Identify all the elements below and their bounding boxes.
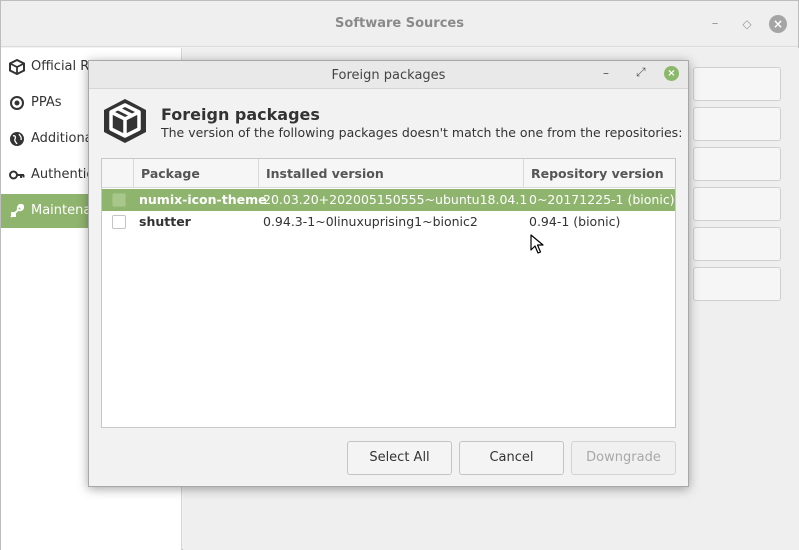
select-all-button[interactable]: Select All (347, 441, 452, 475)
mouse-cursor-icon (530, 234, 544, 254)
column-header-installed-version[interactable]: Installed version (259, 159, 524, 188)
sidebar-item-label: PPAs (31, 95, 62, 110)
repository-version: 0.94-1 (bionic) (529, 214, 621, 229)
tools-icon (10, 203, 25, 218)
table-header: Package Installed version Repository ver… (102, 159, 675, 188)
downgrade-button[interactable]: Downgrade (571, 441, 676, 475)
package-icon (104, 99, 146, 143)
main-titlebar: Software Sources – ◇ × (1, 1, 798, 47)
table-row[interactable]: shutter 0.94.3-1~0linuxuprising1~bionic2… (102, 211, 675, 233)
globe-icon (10, 132, 24, 146)
dialog-close-icon[interactable]: × (664, 66, 679, 81)
maintenance-button-6[interactable] (693, 267, 781, 301)
column-header-select[interactable] (102, 159, 134, 188)
dialog-heading: Foreign packages (161, 105, 320, 124)
ppa-icon (10, 96, 24, 110)
repository-version: 0~20171225-1 (bionic) (529, 192, 675, 207)
maintenance-button-2[interactable] (693, 107, 781, 141)
installed-version: 0.94.3-1~0linuxuprising1~bionic2 (263, 214, 478, 229)
package-name: shutter (139, 214, 191, 229)
foreign-packages-dialog: Foreign packages – ⤢ × Foreign packages … (88, 60, 689, 487)
column-header-repository-version[interactable]: Repository version (524, 159, 675, 188)
package-icon (9, 59, 25, 75)
maintenance-button-3[interactable] (693, 147, 781, 181)
table-row[interactable]: numix-icon-theme 20.03.20+202005150555~u… (102, 189, 675, 211)
row-checkbox[interactable] (112, 193, 126, 207)
column-header-package[interactable]: Package (134, 159, 259, 188)
minimize-icon[interactable]: – (706, 15, 724, 33)
maintenance-button-1[interactable] (693, 67, 781, 101)
dialog-title: Foreign packages (331, 68, 446, 83)
main-window-title: Software Sources (335, 16, 464, 31)
maximize-icon[interactable]: ◇ (738, 15, 756, 33)
close-icon[interactable]: × (769, 15, 787, 33)
dialog-minimize-icon[interactable]: – (603, 66, 609, 80)
dialog-description: The version of the following packages do… (161, 125, 683, 140)
row-checkbox[interactable] (112, 215, 126, 229)
cancel-button[interactable]: Cancel (459, 441, 564, 475)
installed-version: 20.03.20+202005150555~ubuntu18.04.1 (263, 192, 528, 207)
dialog-maximize-icon[interactable]: ⤢ (636, 65, 646, 80)
maintenance-button-4[interactable] (693, 187, 781, 221)
key-icon (9, 170, 25, 180)
package-name: numix-icon-theme (139, 192, 267, 207)
dialog-titlebar: Foreign packages – ⤢ × (89, 61, 688, 89)
packages-table: Package Installed version Repository ver… (101, 158, 676, 428)
maintenance-button-5[interactable] (693, 227, 781, 261)
